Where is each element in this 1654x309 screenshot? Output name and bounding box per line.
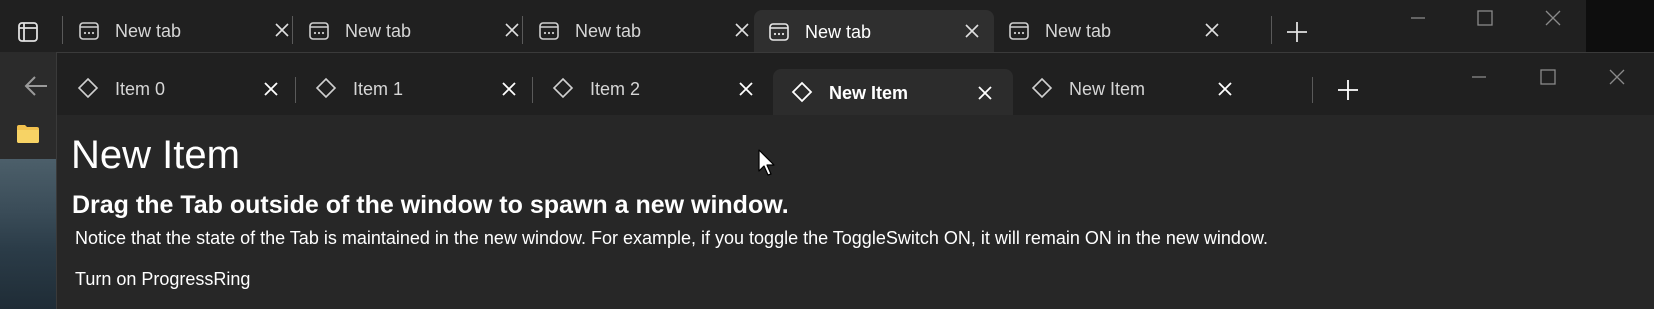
close-icon[interactable] xyxy=(734,22,750,38)
browser-tab-favicon-icon xyxy=(1009,22,1029,40)
diamond-icon xyxy=(1031,77,1053,99)
back-tab-2[interactable]: New tab xyxy=(524,10,764,52)
diamond-icon xyxy=(77,77,99,99)
tab-separator xyxy=(292,16,293,44)
subtitle: Drag the Tab outside of the window to sp… xyxy=(72,191,789,219)
browser-tab-favicon-icon xyxy=(769,23,789,41)
front-tab-4[interactable]: New Item xyxy=(1013,67,1253,109)
tab-content: New Item Drag the Tab outside of the win… xyxy=(57,115,1654,309)
close-icon[interactable] xyxy=(977,85,993,101)
back-tab-label: New tab xyxy=(345,21,412,41)
close-icon[interactable] xyxy=(1204,22,1220,38)
front-tab-label: New Item xyxy=(829,83,909,103)
tearout-window: Item 0 Item 1 Item 2 New Item New Item N… xyxy=(56,52,1654,309)
front-tab-3[interactable]: New Item xyxy=(773,69,1013,115)
page-title: New Item xyxy=(71,133,240,177)
close-icon[interactable] xyxy=(1217,81,1233,97)
close-icon[interactable] xyxy=(263,81,279,97)
browser-tab-favicon-icon xyxy=(79,22,99,40)
close-icon[interactable] xyxy=(738,81,754,97)
browser-tab-favicon-icon xyxy=(539,22,559,40)
back-tab-label: New tab xyxy=(805,22,872,42)
mouse-cursor-icon xyxy=(758,149,775,176)
front-tab-label: Item 1 xyxy=(353,79,404,99)
close-icon[interactable] xyxy=(1607,67,1627,87)
close-icon[interactable] xyxy=(274,22,290,38)
tab-separator xyxy=(295,77,296,103)
tab-actions-icon[interactable] xyxy=(16,20,40,44)
back-tab-label: New tab xyxy=(115,21,182,41)
back-tab-1[interactable]: New tab xyxy=(294,10,534,52)
tab-separator xyxy=(522,16,523,44)
front-tab-2[interactable]: Item 2 xyxy=(534,67,774,109)
back-tab-label: New tab xyxy=(575,21,642,41)
diamond-icon xyxy=(552,77,574,99)
plus-icon[interactable] xyxy=(1337,79,1359,101)
tab-separator xyxy=(62,16,63,44)
close-icon[interactable] xyxy=(1543,8,1563,28)
folder-icon[interactable] xyxy=(16,124,40,144)
back-window-left-edge xyxy=(0,52,56,309)
back-tab-label: New tab xyxy=(1045,21,1112,41)
maximize-icon[interactable] xyxy=(1475,8,1495,28)
back-arrow-icon[interactable] xyxy=(22,72,50,100)
minimize-icon[interactable] xyxy=(1408,8,1428,28)
plus-icon[interactable] xyxy=(1285,20,1309,44)
browser-tab-favicon-icon xyxy=(309,22,329,40)
minimize-icon[interactable] xyxy=(1469,67,1489,87)
close-icon[interactable] xyxy=(964,23,980,39)
diamond-icon xyxy=(315,77,337,99)
back-tab-4[interactable]: New tab xyxy=(994,10,1234,52)
front-tab-label: New Item xyxy=(1069,79,1146,99)
front-tab-label: Item 0 xyxy=(115,79,166,99)
front-tab-label: Item 2 xyxy=(590,79,641,99)
description-text: Notice that the state of the Tab is main… xyxy=(75,228,1268,248)
close-icon[interactable] xyxy=(501,81,517,97)
front-tab-0[interactable]: Item 0 xyxy=(59,67,299,109)
background-image xyxy=(0,159,56,309)
back-tab-0[interactable]: New tab xyxy=(64,10,304,52)
back-window-tabstrip: New tab New tab New tab New tab New tab xyxy=(0,0,1586,60)
maximize-icon[interactable] xyxy=(1538,67,1558,87)
toggle-switch-label[interactable]: Turn on ProgressRing xyxy=(75,269,250,290)
close-icon[interactable] xyxy=(504,22,520,38)
tab-separator xyxy=(1271,16,1272,44)
tab-separator xyxy=(1312,77,1313,103)
diamond-icon xyxy=(791,81,813,103)
front-tab-1[interactable]: Item 1 xyxy=(297,67,537,109)
tab-separator xyxy=(532,77,533,103)
